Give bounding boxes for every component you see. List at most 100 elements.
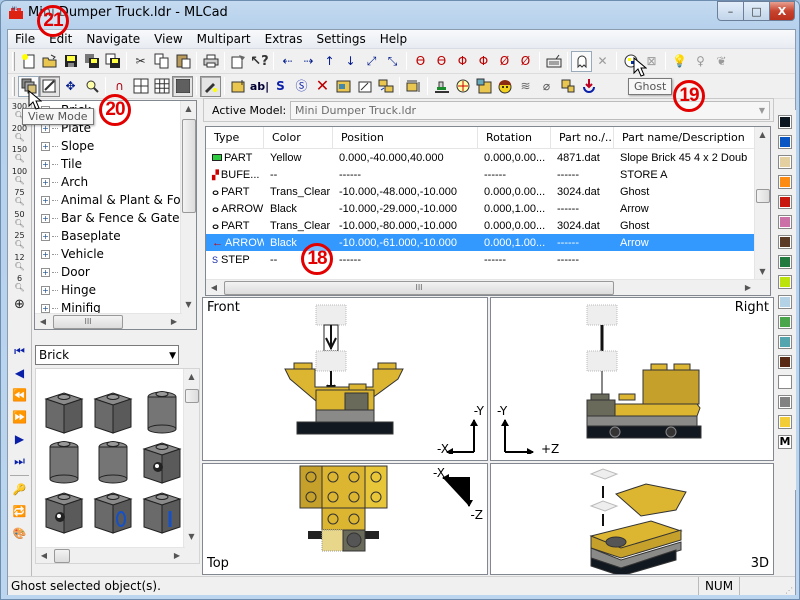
part-thumbnail[interactable] xyxy=(44,389,84,435)
color-swatch[interactable] xyxy=(778,215,792,229)
column-header-description[interactable]: Part name/Description xyxy=(614,127,756,148)
scroll-down-icon[interactable]: ▼ xyxy=(755,264,770,280)
rotate-center-icon[interactable] xyxy=(452,76,473,97)
bitmap-icon[interactable] xyxy=(473,76,494,97)
move-mode-icon[interactable]: ✥ xyxy=(60,76,81,97)
light-on-icon[interactable]: 💡 xyxy=(669,51,690,72)
swap-buffer-icon[interactable] xyxy=(375,76,396,97)
prev-disabled-icon[interactable]: ⏪ xyxy=(8,384,31,406)
color-swatch[interactable] xyxy=(778,275,792,289)
save-all-icon[interactable] xyxy=(102,51,123,72)
tree-item[interactable]: + Animal & Plant & Food xyxy=(35,191,196,209)
part-thumbnail[interactable] xyxy=(142,389,182,435)
scroll-thumb[interactable] xyxy=(185,389,199,403)
grid-fine-icon[interactable] xyxy=(172,75,193,97)
save-icon[interactable] xyxy=(60,51,81,72)
part-thumbnail[interactable] xyxy=(44,439,84,485)
scroll-left-icon[interactable]: ◀ xyxy=(206,280,222,295)
last-step-icon[interactable]: ⏭ xyxy=(8,450,31,472)
delete-icon[interactable]: ✕ xyxy=(312,76,333,97)
add-part-icon[interactable] xyxy=(228,76,249,97)
scroll-down-icon[interactable]: ▼ xyxy=(184,529,199,545)
table-vertical-scrollbar[interactable]: ▲ ▼ xyxy=(754,127,770,280)
paste-icon[interactable] xyxy=(172,51,193,72)
refresh-icon[interactable] xyxy=(578,76,599,97)
zoom-25-button[interactable]: 25 🔍︎ xyxy=(8,229,31,251)
expand-icon[interactable]: + xyxy=(41,177,50,187)
maximize-button[interactable]: □ xyxy=(743,1,770,21)
color-swatch[interactable] xyxy=(778,135,792,149)
move-pos-x-icon[interactable]: ⇢ xyxy=(298,51,319,72)
zoom-150-button[interactable]: 150 🔍︎ xyxy=(8,143,31,165)
scroll-up-icon[interactable]: ▲ xyxy=(755,127,770,143)
part-thumbnail[interactable] xyxy=(142,439,182,485)
add-sub-icon[interactable]: Ⓢ xyxy=(291,76,312,97)
move-neg-x-icon[interactable]: ⇠ xyxy=(277,51,298,72)
column-header-type[interactable]: Type xyxy=(206,127,264,148)
next-disabled-icon[interactable]: ⏩ xyxy=(8,406,31,428)
tree-item[interactable]: + Baseplate xyxy=(35,227,196,245)
expand-icon[interactable]: + xyxy=(41,195,50,205)
band-icon[interactable] xyxy=(557,76,578,97)
expand-icon[interactable]: + xyxy=(41,285,50,295)
menu-navigate[interactable]: Navigate xyxy=(79,32,147,46)
zoom-50-button[interactable]: 50 🔍︎ xyxy=(8,208,31,230)
table-row[interactable]: S STEP -- ------ ------ ------ xyxy=(206,251,770,268)
print-icon[interactable] xyxy=(200,51,221,72)
expand-icon[interactable]: + xyxy=(41,303,50,313)
tree-item[interactable]: + Door xyxy=(35,263,196,281)
hose-icon[interactable]: ⌀ xyxy=(536,76,557,97)
new-icon[interactable] xyxy=(18,51,39,72)
scroll-thumb[interactable] xyxy=(756,189,770,203)
front-viewport[interactable]: Front -Y -X xyxy=(202,297,488,461)
table-horizontal-scrollbar[interactable]: ◀ III ▶ xyxy=(206,279,770,295)
menu-view[interactable]: View xyxy=(147,32,189,46)
column-header-position[interactable]: Position xyxy=(333,127,478,148)
color-swatch[interactable] xyxy=(778,155,792,169)
table-row[interactable]: ▞ BUFE... -- ------ ------ ------ STORE A xyxy=(206,166,770,183)
table-row[interactable]: PART Yellow 0.000,-40.000,40.000 0.000,0.00… xyxy=(206,149,770,166)
keyboard-icon[interactable] xyxy=(543,51,564,72)
add-step-icon[interactable]: S xyxy=(270,76,291,97)
scroll-right-icon[interactable]: ▶ xyxy=(740,280,756,295)
save-as-icon[interactable] xyxy=(81,51,102,72)
expand-icon[interactable]: + xyxy=(41,249,50,259)
expand-icon[interactable]: + xyxy=(41,159,50,169)
move-neg-y-icon[interactable]: ↑ xyxy=(319,51,340,72)
replace-part-icon[interactable]: 🔁 xyxy=(8,501,31,523)
grid-medium-icon[interactable] xyxy=(151,76,172,97)
scroll-up-icon[interactable]: ▲ xyxy=(184,369,199,385)
zoom-75-button[interactable]: 75 🔍︎ xyxy=(8,186,31,208)
add-buffer-icon[interactable] xyxy=(354,76,375,97)
color-swatch[interactable] xyxy=(778,415,792,429)
color-swatch[interactable] xyxy=(778,375,792,389)
menu-file[interactable]: File xyxy=(8,32,42,46)
next-step-icon[interactable]: ▶ xyxy=(8,428,31,450)
tree-item[interactable]: + Tile xyxy=(35,155,196,173)
menu-help[interactable]: Help xyxy=(373,32,414,46)
draw-mode-icon[interactable] xyxy=(200,75,221,97)
rotate-z-pos-icon[interactable]: Ø xyxy=(515,51,536,72)
color-swatch[interactable] xyxy=(778,235,792,249)
zoom-fit-button[interactable]: ⊕ xyxy=(8,294,31,316)
scroll-right-icon[interactable]: ▶ xyxy=(169,548,185,563)
menu-multipart[interactable]: Multipart xyxy=(190,32,258,46)
scroll-thumb[interactable] xyxy=(182,119,196,213)
first-step-icon[interactable]: ⏮ xyxy=(8,340,31,362)
color-swatch[interactable] xyxy=(778,395,792,409)
3d-viewport[interactable]: 3D xyxy=(490,463,774,575)
expand-icon[interactable]: + xyxy=(41,141,50,151)
prev-step-icon[interactable]: ◀ xyxy=(8,362,31,384)
more-colors-button[interactable]: M xyxy=(778,435,792,449)
tree-item[interactable]: + Arch xyxy=(35,173,196,191)
toolbar-grip[interactable] xyxy=(12,76,15,96)
tree-item[interactable]: + Vehicle xyxy=(35,245,196,263)
tree-vertical-scrollbar[interactable]: ▲ ▼ xyxy=(180,101,196,329)
minifig-icon[interactable] xyxy=(494,76,515,97)
tree-item[interactable]: + Hinge xyxy=(35,281,196,299)
insert-part-icon[interactable]: 🔑 xyxy=(8,479,31,501)
cut-icon[interactable]: ✂ xyxy=(130,51,151,72)
scroll-left-icon[interactable]: ◀ xyxy=(35,314,51,329)
table-row[interactable]: ⴰ PART Trans_Clear -10.000,-48.000,-10.000 0… xyxy=(206,183,770,200)
resize-grip-icon[interactable]: ⋰ xyxy=(785,586,793,595)
